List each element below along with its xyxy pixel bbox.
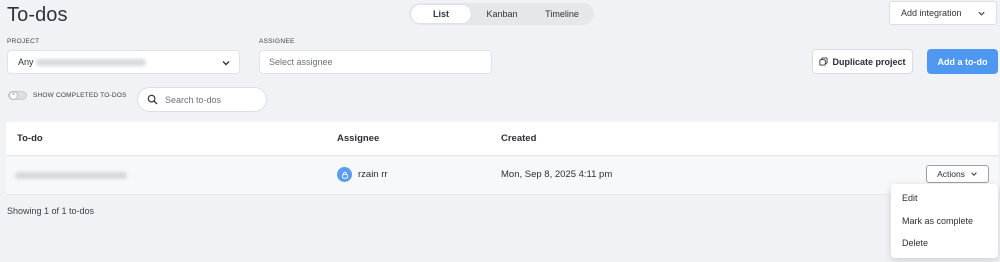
search-placeholder: Search to-dos xyxy=(165,94,222,105)
assignee-select[interactable]: Select assignee xyxy=(259,50,492,74)
add-todo-button[interactable]: Add a to-do xyxy=(927,49,998,74)
actions-button[interactable]: Actions xyxy=(926,165,989,183)
tab-timeline[interactable]: Timeline xyxy=(533,5,591,23)
showing-count: Showing 1 of 1 to-dos xyxy=(7,206,95,216)
duplicate-project-label: Duplicate project xyxy=(832,56,906,67)
table-header: To-do Assignee Created xyxy=(6,122,998,156)
lock-icon xyxy=(341,171,348,179)
view-toggle: List Kanban Timeline xyxy=(409,3,594,25)
column-header-created: Created xyxy=(501,133,537,144)
project-label: PROJECT xyxy=(7,38,40,45)
add-integration-dropdown[interactable]: Add integration xyxy=(889,1,997,25)
chevron-down-icon xyxy=(222,61,230,66)
page-title: To-dos xyxy=(7,4,68,26)
project-select[interactable]: Any xyxy=(7,50,240,74)
redacted-todo-title xyxy=(15,172,127,179)
copy-icon xyxy=(819,57,829,66)
column-header-assignee: Assignee xyxy=(337,133,380,144)
tab-list[interactable]: List xyxy=(411,5,471,23)
add-integration-label: Add integration xyxy=(901,8,962,18)
search-input[interactable]: Search to-dos xyxy=(137,87,267,112)
redacted-text xyxy=(35,58,146,66)
column-header-todo: To-do xyxy=(17,133,43,144)
duplicate-project-button[interactable]: Duplicate project xyxy=(812,49,913,74)
tab-kanban[interactable]: Kanban xyxy=(471,5,533,23)
menu-item-mark-complete[interactable]: Mark as complete xyxy=(891,210,998,233)
table-row[interactable]: rzain rr Mon, Sep 8, 2025 4:11 pm Action… xyxy=(6,157,998,195)
menu-item-edit[interactable]: Edit xyxy=(891,187,998,210)
project-select-value: Any xyxy=(18,57,34,67)
actions-label: Actions xyxy=(937,169,965,179)
assignee-label: ASSIGNEE xyxy=(259,38,295,45)
actions-menu: Edit Mark as complete Delete xyxy=(891,184,998,258)
avatar xyxy=(337,167,352,182)
menu-item-delete[interactable]: Delete xyxy=(891,232,998,255)
todos-table: To-do Assignee Created rzain rr Mon, Sep… xyxy=(6,122,998,195)
show-completed-toggle[interactable]: × xyxy=(8,91,27,100)
show-completed-label: SHOW COMPLETED TO-DOS xyxy=(33,92,127,99)
created-date: Mon, Sep 8, 2025 4:11 pm xyxy=(501,169,613,180)
chevron-down-icon xyxy=(978,11,985,16)
assignee-name: rzain rr xyxy=(358,169,388,180)
toggle-off-icon: × xyxy=(9,91,18,100)
search-icon xyxy=(147,94,158,105)
chevron-down-icon xyxy=(971,172,977,176)
